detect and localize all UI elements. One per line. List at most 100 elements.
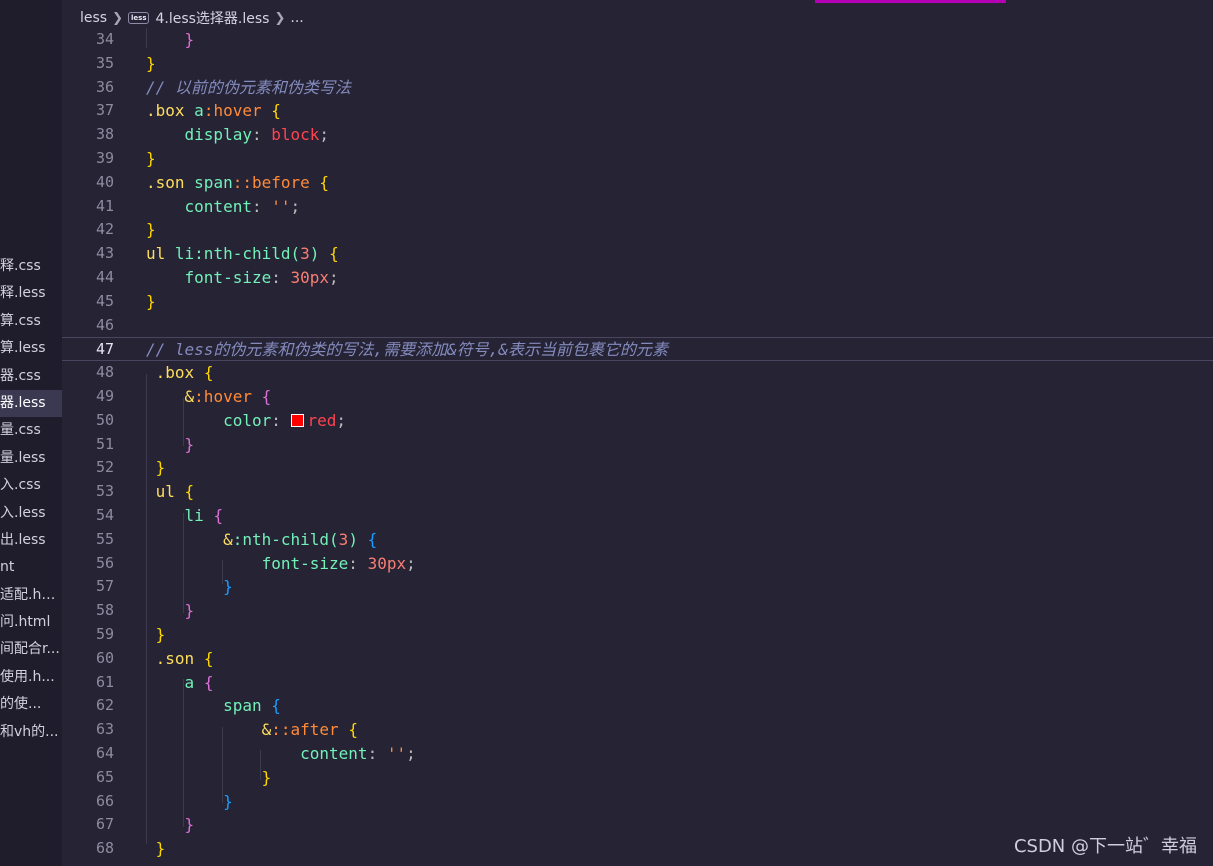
code-line[interactable]: 45} [62,290,1213,314]
breadcrumb-file[interactable]: 4.less选择器.less [155,8,269,28]
sidebar-file-item[interactable]: 问.html [0,609,62,636]
line-number[interactable]: 66 [62,790,114,814]
pseudo-class: :nth-child( [194,244,301,264]
color-swatch[interactable] [290,413,304,427]
sidebar-file-item[interactable]: 算.css [0,308,62,335]
line-number[interactable]: 60 [62,647,114,671]
code-line[interactable]: 51 } [62,433,1213,457]
code-line[interactable]: 59 } [62,623,1213,647]
line-number[interactable]: 52 [62,456,114,480]
code-line[interactable]: 40 .son span::before { [62,171,1213,195]
code-line[interactable]: 50 color: red; [62,409,1213,433]
code-editor[interactable]: 34 } 35} 36// 以前的伪元素和伪类写法 37 .box a:hover {3… [62,28,1213,866]
sidebar-file-item[interactable]: 释.css [0,253,62,280]
line-number[interactable]: 67 [62,813,114,837]
sidebar-file-item[interactable]: 器.css [0,363,62,390]
code-line[interactable]: 54 li { [62,504,1213,528]
line-number[interactable]: 38 [62,123,114,147]
code-line[interactable]: 61 a { [62,671,1213,695]
sidebar-file-item[interactable]: 量.css [0,417,62,444]
line-number[interactable]: 44 [62,266,114,290]
tag-selector: a [184,672,195,692]
file-explorer-sidebar[interactable]: 释.css 释.less 算.css 算.less 器.css 器.less 量.css 量.… [0,0,62,866]
line-number[interactable]: 40 [62,171,114,195]
line-number[interactable]: 53 [62,480,114,504]
code-line[interactable]: 66 } [62,790,1213,814]
line-number[interactable]: 45 [62,290,114,314]
sidebar-file-item[interactable]: 适配.html [0,582,62,609]
sidebar-file-item[interactable]: 量.less [0,445,62,472]
code-line[interactable]: 46 [62,314,1213,338]
code-line[interactable]: 39} [62,147,1213,171]
code-line[interactable]: 48 .box { [62,361,1213,385]
breadcrumb-more[interactable]: ... [290,10,303,26]
line-number[interactable]: 36 [62,76,114,100]
line-number[interactable]: 51 [62,433,114,457]
line-number[interactable]: 43 [62,242,114,266]
sidebar-file-item[interactable]: 入.less [0,500,62,527]
code-line[interactable]: 35} [62,52,1213,76]
code-content: } [223,791,233,811]
line-number[interactable]: 39 [62,147,114,171]
code-line[interactable]: 64 content: ''; [62,742,1213,766]
code-line[interactable]: 56 font-size: 30px; [62,552,1213,576]
sidebar-file-item[interactable]: nt [0,554,62,581]
line-number[interactable]: 50 [62,409,114,433]
line-number[interactable]: 57 [62,575,114,599]
breadcrumb-folder[interactable]: less [80,10,107,26]
sidebar-file-item[interactable]: 使用.h... [0,664,62,691]
code-line[interactable]: 62 span { [62,694,1213,718]
line-number[interactable]: 34 [62,28,114,52]
line-number[interactable]: 63 [62,718,114,742]
line-number[interactable]: 56 [62,552,114,576]
code-line[interactable]: 44 font-size: 30px; [62,266,1213,290]
line-number[interactable]: 62 [62,694,114,718]
sidebar-file-item[interactable]: 的使... [0,691,62,718]
code-line[interactable]: 57 } [62,575,1213,599]
code-line[interactable]: 47 // less的伪元素和伪类的写法,需要添加&符号,&表示当前包裹它的元素 [62,337,1213,362]
line-number[interactable]: 46 [62,314,114,338]
code-line[interactable]: 41 content: ''; [62,195,1213,219]
selector: .son [146,172,185,192]
line-number[interactable]: 55 [62,528,114,552]
line-number[interactable]: 41 [62,195,114,219]
line-number[interactable]: 47 [62,338,114,362]
line-number[interactable]: 65 [62,766,114,790]
sidebar-file-item[interactable]: 和vh的... [0,719,62,746]
line-number[interactable]: 49 [62,385,114,409]
code-line[interactable]: 63 &::after { [62,718,1213,742]
code-line[interactable]: 36 // 以前的伪元素和伪类写法 [62,76,1213,100]
code-line[interactable]: 42} [62,218,1213,242]
line-number[interactable]: 35 [62,52,114,76]
line-number[interactable]: 64 [62,742,114,766]
code-content: // 以前的伪元素和伪类写法 [146,76,351,100]
line-number[interactable]: 59 [62,623,114,647]
line-number[interactable]: 61 [62,671,114,695]
sidebar-file-item[interactable]: 出.less [0,527,62,554]
code-content: .son { [155,648,214,668]
sidebar-file-item[interactable]: 算.less [0,335,62,362]
selector: .son [155,648,195,668]
code-content: &::after { [261,720,358,740]
code-line[interactable]: 49 &:hover { [62,385,1213,409]
code-line[interactable]: 43 ul li:nth-child(3) { [62,242,1213,266]
sidebar-file-item[interactable]: 间配合r... [0,636,62,663]
code-line[interactable]: 34 } [62,28,1213,52]
code-line[interactable]: 60 .son { [62,647,1213,671]
code-line[interactable]: 58 } [62,599,1213,623]
code-line[interactable]: 55 &:nth-child(3) { [62,528,1213,552]
code-line[interactable]: 38 display: block; [62,123,1213,147]
sidebar-file-item[interactable]: 释.less [0,280,62,307]
code-line[interactable]: 65 } [62,766,1213,790]
sidebar-file-item[interactable]: 器.less [0,389,62,418]
line-number[interactable]: 42 [62,218,114,242]
line-number[interactable]: 54 [62,504,114,528]
code-line[interactable]: 52 } [62,456,1213,480]
line-number[interactable]: 48 [62,361,114,385]
sidebar-file-item[interactable]: 入.css [0,472,62,499]
code-line[interactable]: 37 .box a:hover { [62,99,1213,123]
line-number[interactable]: 68 [62,837,114,861]
line-number[interactable]: 37 [62,99,114,123]
code-line[interactable]: 53 ul { [62,480,1213,504]
line-number[interactable]: 58 [62,599,114,623]
